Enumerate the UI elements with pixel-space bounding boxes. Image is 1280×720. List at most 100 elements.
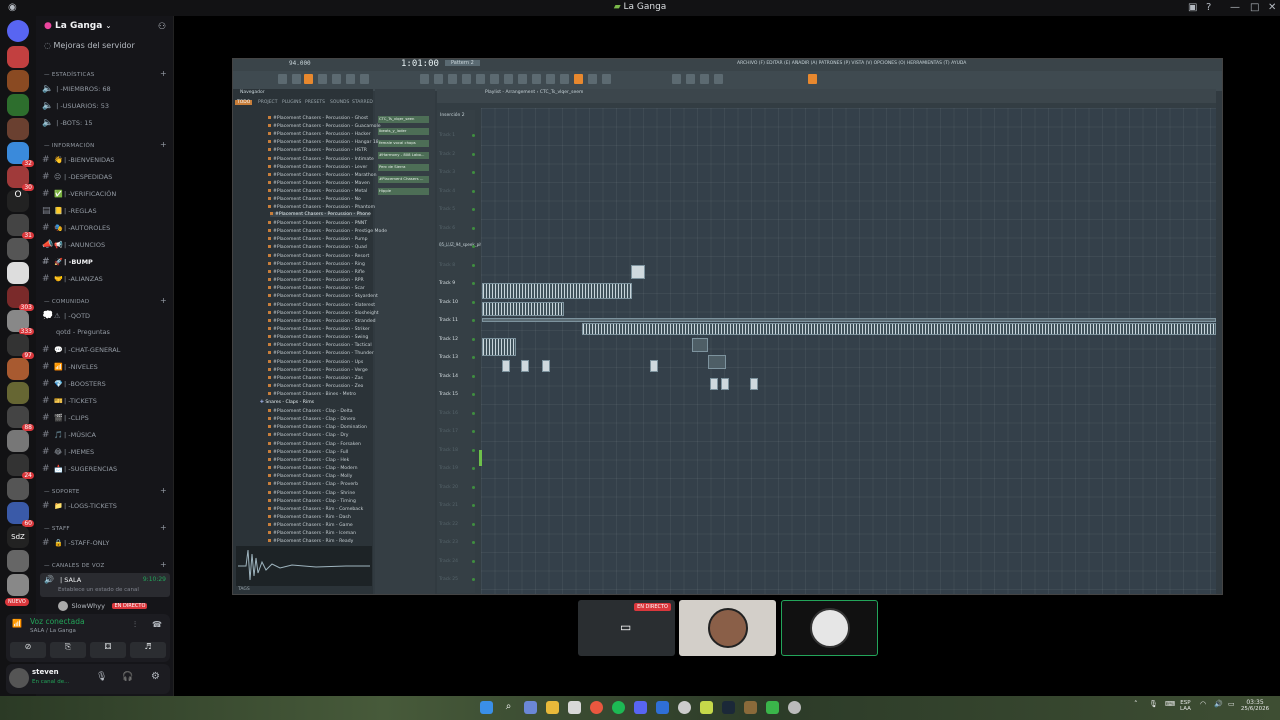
browser-sample-item[interactable]: #Placement Chasers - Percussion - Strike… xyxy=(268,326,370,332)
channel-stat[interactable]: 🔈 | -USUARIOS: 53 xyxy=(42,101,170,115)
browser-sample-item[interactable]: #Placement Chasers - Clap - Dry xyxy=(268,433,349,438)
server-boost-link[interactable]: ◌ Mejoras del servidor xyxy=(44,41,135,50)
track-header[interactable]: Track 13 xyxy=(439,355,458,360)
browser-tab[interactable]: PROJECT xyxy=(258,100,277,105)
tool-button[interactable] xyxy=(490,74,499,84)
tool-button[interactable] xyxy=(714,74,723,84)
track-header[interactable]: Track 18 xyxy=(439,448,458,453)
browser-sample-item[interactable]: #Placement Chasers - Clap - Modern xyxy=(268,466,358,471)
track-header[interactable]: Track 9 xyxy=(439,281,455,286)
server-icon[interactable] xyxy=(7,70,29,92)
server-icon[interactable] xyxy=(7,238,29,260)
tool-button[interactable] xyxy=(360,74,369,84)
tool-button[interactable] xyxy=(420,74,429,84)
track-mute-led[interactable] xyxy=(472,263,475,267)
noise-suppression-icon[interactable]: ⫶ xyxy=(134,620,136,630)
tool-button[interactable] xyxy=(808,74,817,84)
track-mute-led[interactable] xyxy=(472,282,475,285)
browser-sample-item[interactable]: #Placement Chasers - Rim - Game xyxy=(268,523,353,528)
tempo-display[interactable]: 94.000 xyxy=(289,60,311,67)
stream-preview-avatar[interactable] xyxy=(781,600,878,656)
track-header[interactable]: Track 21 xyxy=(439,503,458,508)
server-icon[interactable]: 303 xyxy=(7,286,34,311)
server-icon[interactable]: 31 xyxy=(7,214,34,239)
track-mute-led[interactable] xyxy=(472,541,475,544)
browser-sample-item[interactable]: #Placement Chasers - Percussion - RPR xyxy=(268,278,364,283)
track-header[interactable]: Track 1 xyxy=(439,133,455,138)
spotify-icon[interactable] xyxy=(612,701,625,714)
category-voice[interactable]: — CANALES DE VOZ xyxy=(44,563,105,569)
gear-icon[interactable]: ⚙ xyxy=(151,671,160,682)
track-mute-led[interactable] xyxy=(472,522,475,526)
mic-tray-icon[interactable]: 🎙 xyxy=(1149,700,1158,708)
add-channel-icon[interactable]: + xyxy=(160,486,167,495)
add-channel-icon[interactable]: + xyxy=(160,523,167,532)
channel-rack-item[interactable]: #Harmony - 808 Labo... xyxy=(378,152,429,159)
browser-sample-item[interactable]: #Placement Chasers - Clap - Delta xyxy=(268,409,353,414)
server-icon[interactable] xyxy=(7,478,29,500)
voice-status-subtitle[interactable]: SALA / La Ganga xyxy=(30,628,76,634)
language-indicator[interactable]: ESP LAA xyxy=(1180,700,1191,712)
steam-icon[interactable] xyxy=(722,701,735,714)
server-icon[interactable] xyxy=(7,574,29,596)
channel-rack-item[interactable]: CTC_Ts_vlqer_seen xyxy=(378,116,429,123)
browser-sample-item[interactable]: #Placement Chasers - Percussion - Scar xyxy=(268,286,365,291)
track-mute-led[interactable] xyxy=(472,467,475,470)
server-icon[interactable]: 88 xyxy=(7,406,34,431)
server-icon[interactable]: 32 xyxy=(7,142,34,167)
browser-sample-item[interactable]: #Placement Chasers - Rim - Iceman xyxy=(268,531,356,536)
camera-off-button[interactable]: ⊘ xyxy=(10,642,46,658)
browser-sample-item[interactable]: #Placement Chasers - Percussion - Phanto… xyxy=(268,205,375,210)
track-mute-led[interactable] xyxy=(472,374,475,378)
audio-clip-header[interactable] xyxy=(482,318,1216,322)
tool-button[interactable] xyxy=(332,74,341,84)
track-mute-led[interactable] xyxy=(472,356,475,359)
track-mute-led[interactable] xyxy=(472,337,475,341)
browser-sample-item[interactable]: #Placement Chasers - Percussion - Zeo xyxy=(268,384,363,389)
tool-button[interactable] xyxy=(686,74,695,84)
stream-preview-camera[interactable] xyxy=(679,600,776,656)
audio-clip[interactable] xyxy=(692,338,708,352)
server-icon[interactable] xyxy=(7,262,29,284)
channel-chat-general[interactable]: # 💬| -CHAT-GENERAL xyxy=(42,345,170,359)
browser-sample-item[interactable]: #Placement Chasers - Percussion - Resort xyxy=(268,253,369,259)
browser-sample-item[interactable]: #Placement Chasers - Percussion - PNNT xyxy=(268,221,367,226)
channel-stat[interactable]: 🔈 | -MIEMBROS: 68 xyxy=(42,84,170,98)
browser-sample-item[interactable]: #Placement Chasers - Clap - Hek xyxy=(268,457,349,463)
avatar[interactable] xyxy=(9,668,29,688)
browser-sample-item[interactable]: #Placement Chasers - Percussion - Ups xyxy=(268,359,363,365)
browser-sample-item[interactable]: #Placement Chasers - Percussion - Hangar… xyxy=(268,140,379,145)
volume-icon[interactable]: 🔊 xyxy=(1214,700,1223,708)
browser-sample-item[interactable]: #Placement Chasers - Percussion - Presti… xyxy=(268,229,387,234)
track-header[interactable]: Track 17 xyxy=(439,429,458,434)
disconnect-icon[interactable]: ☎ xyxy=(152,620,162,629)
keyboard-icon[interactable]: ⌨ xyxy=(1165,700,1175,708)
channel-stat[interactable]: 🔈 | -BOTS: 15 xyxy=(42,118,170,132)
browser-sample-item[interactable]: #Placement Chasers - Clap - Proverb xyxy=(268,482,358,487)
browser-folder[interactable]: #Placement Chasers - Percussion - Phone xyxy=(270,212,371,217)
server-icon[interactable] xyxy=(7,46,29,68)
add-member-icon[interactable]: ⚇ xyxy=(158,22,166,32)
browser-tab[interactable]: TODO xyxy=(235,100,253,105)
browser-sample-item[interactable]: #Placement Chasers - Percussion - Rifle xyxy=(268,269,365,275)
tool-button[interactable] xyxy=(304,74,313,84)
browser-sample-item[interactable]: #Placement Chasers - Clap - Full xyxy=(268,449,348,455)
channel-staff-only[interactable]: # 🔒| -STAFF-ONLY xyxy=(42,538,170,552)
track-header[interactable]: Track 20 xyxy=(439,485,458,490)
add-channel-icon[interactable]: + xyxy=(160,69,167,78)
browser-sample-item[interactable]: #Placement Chasers - Percussion - Metal xyxy=(268,188,367,194)
audio-clip[interactable] xyxy=(582,323,1216,335)
wifi-icon[interactable]: ◠ xyxy=(1200,700,1206,708)
browser-tab[interactable]: PLUGINS xyxy=(282,100,301,105)
track-mute-led[interactable] xyxy=(472,171,475,174)
track-header[interactable]: Track 6 xyxy=(439,226,455,231)
channel-bump[interactable]: # 🚀| -BUMP xyxy=(42,257,170,271)
browser-sample-item[interactable]: #Placement Chasers - Clap - Shrine xyxy=(268,490,355,496)
server-header[interactable]: ● La Ganga ⌄ xyxy=(44,21,111,31)
browser-sample-item[interactable]: #Placement Chasers - Percussion - Sloshe… xyxy=(268,310,379,316)
chevron-up-icon[interactable]: ˄ xyxy=(1134,700,1138,708)
browser-sample-item[interactable]: #Placement Chasers - Rim - Comeback xyxy=(268,506,363,512)
browser-tab[interactable]: STARRED xyxy=(352,100,373,105)
track-mute-led[interactable] xyxy=(472,411,475,415)
fl-menus[interactable]: ARCHIVO (F) EDITAR (E) AÑADIR (A) PATRON… xyxy=(737,61,966,66)
